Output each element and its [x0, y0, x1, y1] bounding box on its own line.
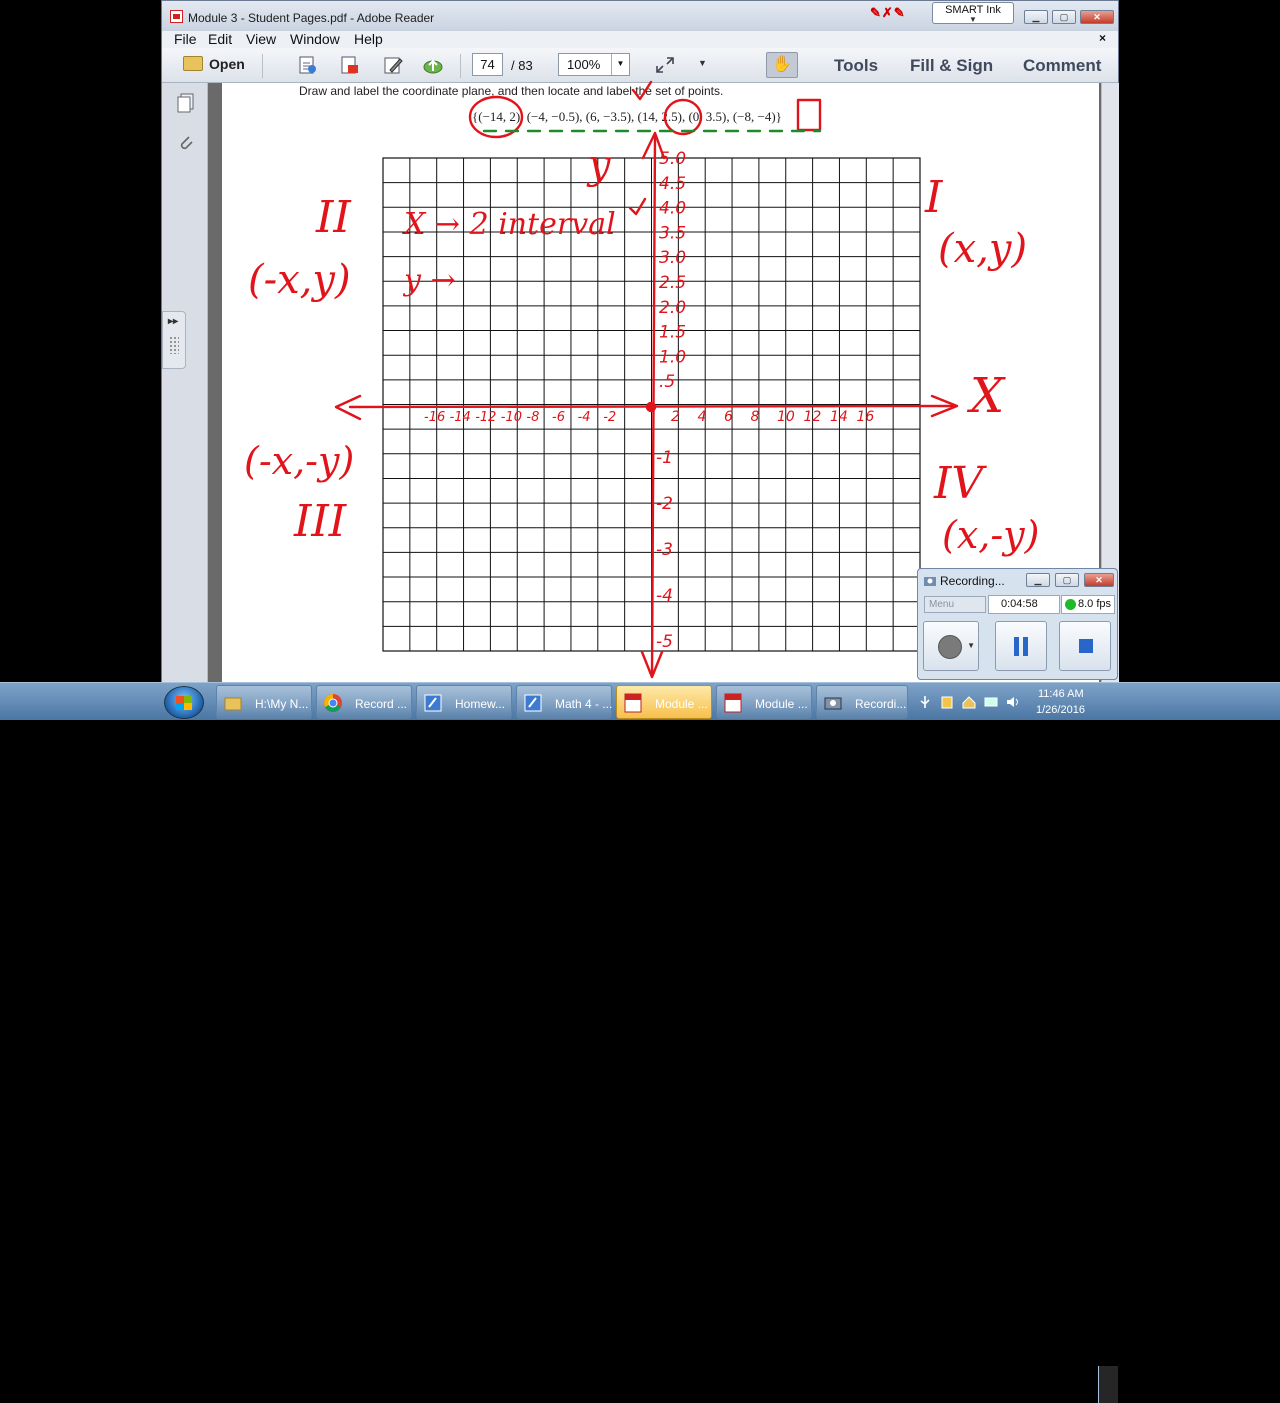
x-tick-label: -10 — [501, 410, 522, 425]
taskbar-item-chrome[interactable]: Record ... — [316, 685, 412, 719]
usb-icon[interactable] — [918, 695, 932, 709]
taskbar-item-label: Recordi... — [855, 697, 907, 711]
y-tick-label: 1.0 — [659, 347, 686, 367]
x-tick-label: 10 — [777, 409, 795, 425]
y-tick-label: 1.5 — [659, 323, 686, 343]
folder-icon — [224, 697, 242, 711]
quadrant-iii-sign: (-x,-y) — [244, 439, 354, 483]
y-tick-label: 5.0 — [659, 149, 686, 169]
y-tick-label: 4.0 — [659, 199, 686, 219]
point-box-annotation — [796, 98, 822, 132]
home-network-icon[interactable] — [962, 695, 976, 709]
x-tick-label: 16 — [857, 409, 875, 425]
x-tick-label: -8 — [526, 410, 539, 425]
notebook-icon — [524, 694, 542, 712]
x-tick-label: 8 — [751, 409, 760, 425]
taskbar-item-module[interactable]: Module ... — [716, 685, 812, 719]
recorder-close-button[interactable]: ✕ — [1084, 573, 1114, 587]
fps-value: 8.0 fps — [1078, 598, 1112, 610]
recorder-window[interactable]: Recording... ▁ ▢ ✕ Menu 0:04:58 8.0 fps … — [917, 568, 1118, 680]
y-tick-label: .5 — [659, 372, 675, 392]
x-tick-label: -4 — [578, 410, 591, 425]
x-tick-label: -14 — [450, 410, 471, 425]
taskbar-item-label: H:\My N... — [255, 697, 309, 711]
start-button[interactable] — [164, 686, 204, 719]
record-icon — [938, 635, 962, 659]
x-axis-label: X — [966, 368, 1006, 424]
taskbar-item-recorder[interactable]: Recordi... — [816, 685, 908, 719]
quadrant-ii-label: II — [315, 192, 352, 243]
recorder-app-icon — [924, 577, 936, 586]
taskbar-item-label: Module ... — [755, 697, 808, 711]
recorder-minimize-button[interactable]: ▁ — [1026, 573, 1050, 587]
stop-icon — [1079, 639, 1093, 653]
stop-button[interactable] — [1059, 621, 1111, 671]
taskbar-item-explorer[interactable]: H:\My N... — [216, 685, 312, 719]
recorder-maximize-button[interactable]: ▢ — [1055, 573, 1079, 587]
x-tick-label: 2 — [671, 409, 680, 425]
quadrant-i-label: I — [924, 172, 944, 223]
x-tick-label: 14 — [830, 409, 848, 425]
y-tick-label: 2.5 — [659, 273, 686, 293]
recording-elapsed-time: 0:04:58 — [988, 595, 1060, 614]
x-tick-label: -2 — [603, 410, 616, 425]
y-axis-label: y — [586, 142, 612, 188]
status-dot-icon — [1065, 599, 1076, 610]
taskbar-item-label: Math 4 - ... — [555, 697, 613, 711]
battery-icon[interactable] — [940, 695, 954, 709]
x-tick-label: 12 — [804, 409, 822, 425]
y-interval-note: y → — [402, 263, 456, 298]
y-tick-label: 3.0 — [659, 248, 686, 268]
quadrant-i-sign: (x,y) — [938, 226, 1027, 272]
x-tick-label: -16 — [424, 410, 445, 425]
x-tick-label: -6 — [552, 410, 565, 425]
x-interval-note: X → 2 interval — [402, 207, 616, 242]
x-tick-label: -12 — [475, 410, 496, 425]
taskbar-item-homework[interactable]: Homew... — [416, 685, 512, 719]
show-desktop-button[interactable] — [1098, 1366, 1118, 1403]
taskbar-item-math4[interactable]: Math 4 - ... — [516, 685, 612, 719]
clock-date[interactable]: 1/26/2016 — [1036, 704, 1085, 716]
pause-button[interactable] — [995, 621, 1047, 671]
recorder-title: Recording... — [940, 574, 1005, 588]
origin-point — [645, 401, 657, 413]
x-tick-label: 4 — [698, 409, 707, 425]
recording-fps: 8.0 fps — [1061, 595, 1115, 614]
pdf-icon — [724, 693, 742, 713]
network-icon[interactable] — [984, 695, 998, 709]
y-tick-label: -4 — [656, 586, 673, 606]
chevron-down-icon[interactable]: ▼ — [967, 641, 975, 650]
quadrant-iii-label: III — [293, 496, 348, 547]
y-tick-label: 3.5 — [659, 223, 686, 243]
y-tick-label: -1 — [656, 448, 673, 468]
taskbar-item-label: Record ... — [355, 697, 408, 711]
y-tick-label: 2.0 — [659, 298, 686, 318]
y-tick-label: 4.5 — [659, 174, 686, 194]
checkmark-annotation — [631, 80, 653, 101]
quadrant-iv-label: IV — [933, 458, 987, 509]
windows-logo-icon — [176, 696, 192, 710]
y-tick-label: -5 — [656, 632, 673, 652]
y-tick-label: -3 — [656, 540, 673, 560]
screen: Module 3 - Student Pages.pdf - Adobe Rea… — [0, 0, 1280, 1403]
notebook-icon — [424, 694, 442, 712]
taskbar-item-label: Module ... — [655, 697, 708, 711]
clock-time[interactable]: 11:46 AM — [1038, 688, 1084, 700]
taskbar: H:\My N... Record ... Homew... Math 4 - … — [0, 682, 1280, 1403]
y-tick-label: -2 — [656, 494, 673, 514]
recorder-menu-button[interactable]: Menu — [924, 596, 986, 613]
chrome-icon — [324, 694, 342, 712]
x-tick-label: 6 — [724, 409, 733, 425]
pdf-icon — [624, 693, 642, 713]
record-button[interactable]: ▼ — [923, 621, 979, 671]
quadrant-iv-sign: (x,-y) — [942, 513, 1039, 557]
taskbar-item-module-active[interactable]: Module ... — [616, 685, 712, 719]
taskbar-item-label: Homew... — [455, 697, 506, 711]
point-circle-annotation — [663, 98, 703, 136]
recorder-app-icon — [824, 697, 842, 710]
pause-icon — [1014, 637, 1028, 656]
quadrant-ii-sign: (-x,y) — [248, 257, 351, 303]
volume-icon[interactable] — [1006, 695, 1020, 709]
